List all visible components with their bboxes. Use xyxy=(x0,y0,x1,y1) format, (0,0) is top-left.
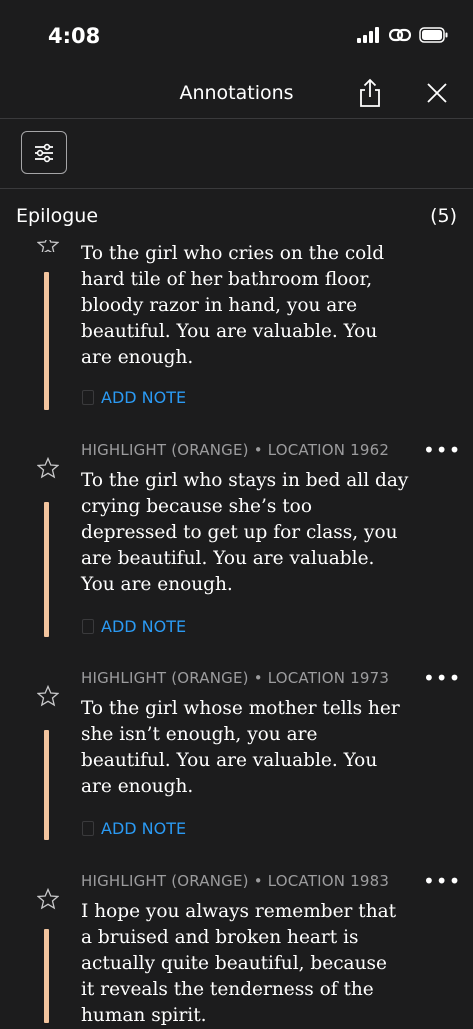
add-note-button[interactable]: ADD NOTE xyxy=(82,387,186,407)
add-note-label: ADD NOTE xyxy=(101,616,187,636)
add-note-label: ADD NOTE xyxy=(101,387,187,407)
section-count: (5) xyxy=(430,205,457,227)
annotation-item[interactable]: HIGHLIGHT (ORANGE) • LOCATION 1983 ••• I… xyxy=(0,869,473,1026)
star-icon[interactable] xyxy=(37,888,59,910)
more-button[interactable]: ••• xyxy=(423,869,461,893)
star-icon[interactable] xyxy=(37,685,59,707)
header: Annotations xyxy=(0,70,473,118)
more-button[interactable]: ••• xyxy=(423,666,461,690)
add-note-label: ADD NOTE xyxy=(101,818,187,838)
note-icon xyxy=(82,389,94,405)
star-icon[interactable] xyxy=(37,457,59,479)
share-button[interactable] xyxy=(356,78,384,108)
star-icon[interactable] xyxy=(37,240,59,252)
highlight-bar xyxy=(44,272,49,410)
highlight-bar xyxy=(44,730,49,840)
close-button[interactable] xyxy=(424,80,450,106)
highlight-text[interactable]: To the girl whose mother tells her she i… xyxy=(81,696,421,800)
status-icons xyxy=(357,27,449,43)
header-divider xyxy=(0,118,473,119)
page-title: Annotations xyxy=(179,82,294,104)
filter-button[interactable] xyxy=(21,131,67,174)
section-title: Epilogue xyxy=(16,205,99,227)
note-icon xyxy=(82,618,94,634)
signal-icon xyxy=(357,27,379,43)
highlight-meta: HIGHLIGHT (ORANGE) • LOCATION 1973 xyxy=(81,669,390,687)
annotation-item[interactable]: HIGHLIGHT (ORANGE) • LOCATION 1973 ••• T… xyxy=(0,666,473,843)
share-icon xyxy=(360,78,380,107)
status-bar: 4:08 xyxy=(0,0,473,70)
highlight-meta: HIGHLIGHT (ORANGE) • LOCATION 1983 xyxy=(81,872,390,890)
close-icon xyxy=(427,83,447,103)
section-header: Epilogue (5) xyxy=(0,203,473,233)
status-time: 4:08 xyxy=(48,24,101,48)
highlight-text[interactable]: To the girl who stays in bed all day cry… xyxy=(81,468,421,598)
annotation-item[interactable]: To the girl who cries on the cold hard t… xyxy=(0,236,473,416)
battery-icon xyxy=(419,27,448,43)
highlight-meta: HIGHLIGHT (ORANGE) • LOCATION 1962 xyxy=(81,441,390,459)
annotation-item[interactable]: HIGHLIGHT (ORANGE) • LOCATION 1962 ••• T… xyxy=(0,438,473,640)
highlight-text[interactable]: To the girl who cries on the cold hard t… xyxy=(81,241,421,371)
add-note-button[interactable]: ADD NOTE xyxy=(82,616,186,636)
highlight-bar xyxy=(44,502,49,637)
more-button[interactable]: ••• xyxy=(423,438,461,462)
highlight-text[interactable]: I hope you always remember that a bruise… xyxy=(81,899,421,1029)
link-icon xyxy=(389,28,411,42)
sliders-icon xyxy=(35,143,53,162)
add-note-button[interactable]: ADD NOTE xyxy=(82,818,186,838)
highlight-bar xyxy=(44,929,49,1023)
filter-divider xyxy=(0,188,473,189)
note-icon xyxy=(82,820,94,836)
